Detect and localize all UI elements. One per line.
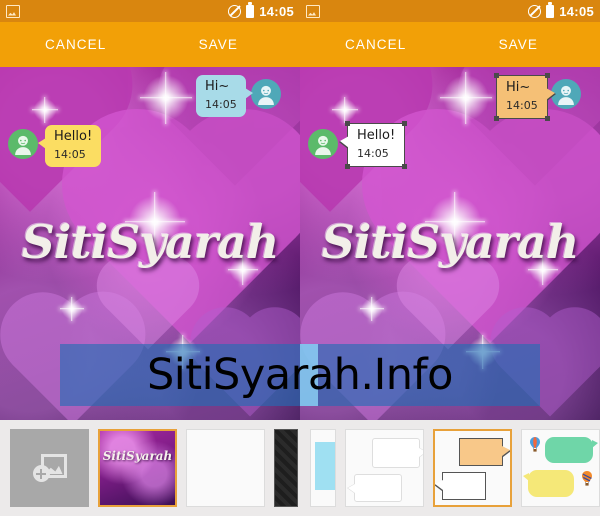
wallpaper-name-text: SitiSyarah <box>21 215 280 269</box>
avatar <box>251 79 281 109</box>
chat-message-text: Hi~ <box>506 80 531 95</box>
watermark-text: SitiSyarah.Info <box>147 350 453 400</box>
hot-air-balloon-icon <box>530 437 540 452</box>
resize-handle[interactable] <box>402 163 408 169</box>
chat-message-text: Hello! <box>54 129 93 144</box>
mute-icon <box>528 4 542 18</box>
status-bar-clock: 14:05 <box>559 3 594 19</box>
left-phone-screen: 14:05 CANCEL SAVE SitiSyarah Hi~ 14:05 H… <box>0 0 300 516</box>
avatar <box>551 79 581 109</box>
status-bar-right: 14:05 <box>528 2 594 19</box>
status-bar-right: 14:05 <box>228 2 294 19</box>
gallery-icon <box>6 4 20 18</box>
cancel-button[interactable]: CANCEL <box>45 37 106 52</box>
sparkle-icon <box>360 297 384 321</box>
bubble-preview <box>348 474 402 502</box>
plus-icon <box>32 465 50 482</box>
status-bar-clock: 14:05 <box>259 3 294 19</box>
bubble-preview <box>523 470 574 497</box>
cyan-bubble-style-thumbnail[interactable] <box>310 429 336 507</box>
right-phone-screen: 14:05 CANCEL SAVE SitiSyarah Hi~ 14:05 H… <box>300 0 600 516</box>
save-button[interactable]: SAVE <box>499 37 538 52</box>
chat-message-text: Hi~ <box>205 79 230 94</box>
chat-message-text: Hello! <box>357 128 396 143</box>
action-bar: CANCEL SAVE <box>0 22 300 67</box>
balloon-bubble-style-thumbnail[interactable] <box>521 429 600 507</box>
add-image-thumbnail[interactable] <box>10 429 89 507</box>
bubble-tail <box>435 480 443 490</box>
battery-icon <box>546 2 555 18</box>
action-bar: CANCEL SAVE <box>300 22 600 67</box>
chat-bubble-outgoing[interactable]: Hello! 14:05 <box>340 121 408 169</box>
status-bar-left <box>6 4 20 18</box>
bubble-tail <box>523 473 529 481</box>
bubble-preview <box>372 438 423 468</box>
bubble-tail <box>592 440 598 448</box>
status-bar-left <box>306 4 320 18</box>
person-icon <box>15 135 31 155</box>
bubble-preview <box>545 437 598 463</box>
bubble-tail <box>419 448 423 457</box>
chat-message-time: 14:05 <box>205 97 237 111</box>
bubble-tail <box>38 138 46 149</box>
resize-handle[interactable] <box>544 73 550 78</box>
wallpaper-name-text: SitiSyarah <box>321 215 580 269</box>
sparkle-icon <box>440 72 492 124</box>
save-button[interactable]: SAVE <box>199 37 238 52</box>
status-bar: 14:05 <box>0 0 300 22</box>
avatar <box>8 129 38 159</box>
cancel-button[interactable]: CANCEL <box>345 37 406 52</box>
thumbnail-label: SitiSyarah <box>102 449 173 463</box>
gallery-icon <box>306 4 320 18</box>
cyan-bubble-preview <box>315 442 335 490</box>
resize-handle[interactable] <box>544 115 550 121</box>
bubble-style-tray[interactable] <box>300 420 600 516</box>
person-icon <box>315 135 331 155</box>
battery-icon <box>246 2 255 18</box>
chat-bubble-outgoing[interactable]: Hello! 14:05 <box>38 125 102 167</box>
bubble-tail <box>348 484 355 493</box>
outline-bubble-style-thumbnail[interactable] <box>345 429 424 507</box>
add-image-icon <box>32 454 67 482</box>
bubble-tail <box>244 88 253 99</box>
bubble-tail <box>502 446 510 456</box>
wallpaper-thumbnail-selected[interactable]: SitiSyarah <box>98 429 177 507</box>
sparkle-icon <box>60 297 84 321</box>
resize-handle[interactable] <box>402 121 408 126</box>
bubble-preview <box>435 472 486 500</box>
mute-icon <box>228 4 242 18</box>
sparkle-icon <box>140 72 192 124</box>
chat-message-time: 14:05 <box>506 98 538 112</box>
bubble-preview <box>459 438 510 466</box>
chat-message-time: 14:05 <box>54 147 86 161</box>
watermark-banner: SitiSyarah.Info <box>60 344 540 406</box>
status-bar: 14:05 <box>300 0 600 22</box>
wallpaper-thumbnail-tray[interactable]: SitiSyarah <box>0 420 300 516</box>
chat-bubble-incoming[interactable]: Hi~ 14:05 <box>196 75 253 117</box>
sparkle-icon <box>332 97 358 123</box>
resize-handle[interactable] <box>494 115 499 121</box>
chat-bubble-incoming[interactable]: Hi~ 14:05 <box>494 73 555 121</box>
plain-white-thumbnail[interactable] <box>186 429 265 507</box>
bubble-tail <box>545 88 555 100</box>
bubble-tail <box>340 136 349 148</box>
person-icon <box>558 85 574 105</box>
sketch-bubble-style-thumbnail-selected[interactable] <box>433 429 512 507</box>
dark-pattern-thumbnail[interactable] <box>274 429 298 507</box>
dual-screenshot-comparison: 14:05 CANCEL SAVE SitiSyarah Hi~ 14:05 H… <box>0 0 600 516</box>
sparkle-icon <box>32 97 58 123</box>
resize-handle[interactable] <box>345 121 350 126</box>
person-icon <box>258 85 274 105</box>
resize-handle[interactable] <box>345 163 350 169</box>
hot-air-balloon-icon <box>582 471 592 486</box>
chat-message-time: 14:05 <box>357 146 389 160</box>
resize-handle[interactable] <box>494 73 499 78</box>
avatar <box>308 129 338 159</box>
